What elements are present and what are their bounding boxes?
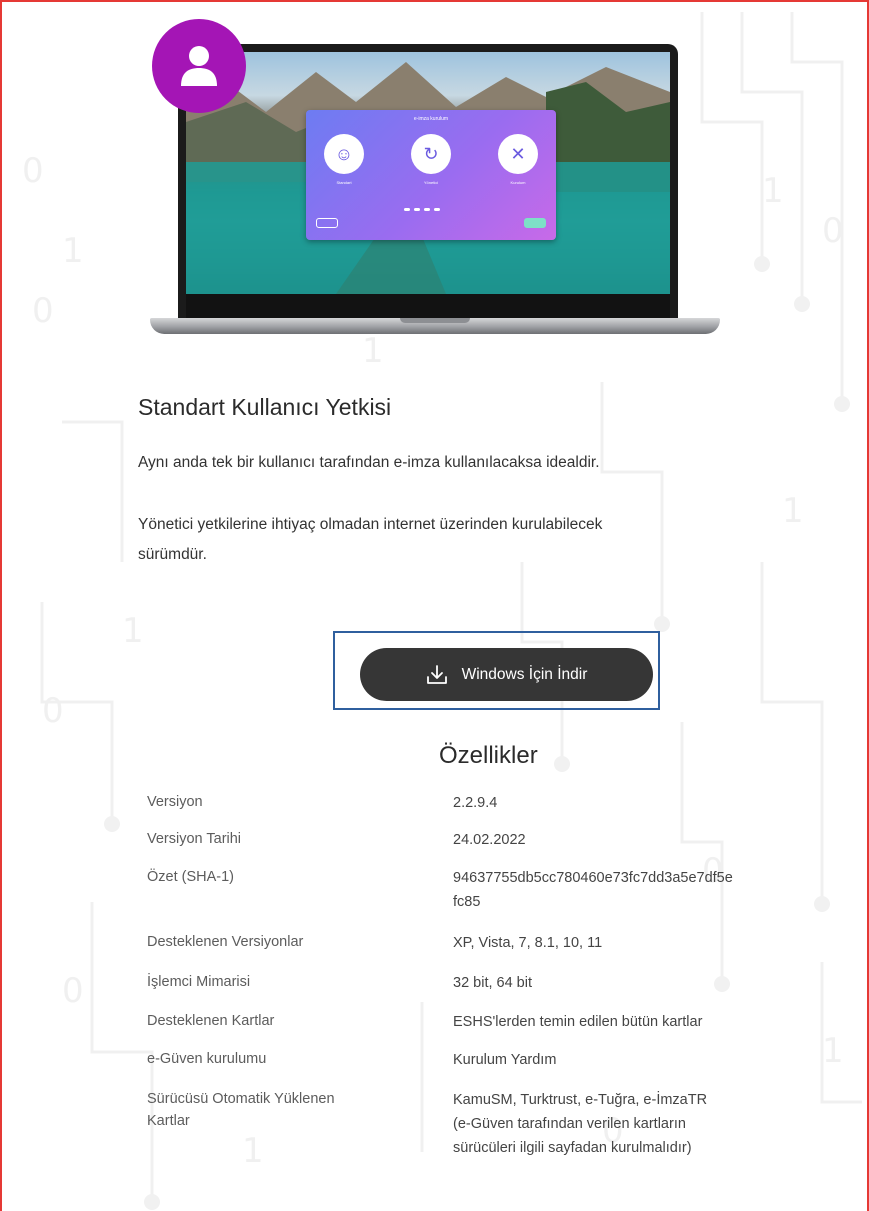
spec-label: Versiyon — [147, 794, 203, 810]
svg-text:0: 0 — [22, 151, 44, 191]
spec-value: Kurulum Yardım — [453, 1052, 557, 1068]
app-window-preview: e-imza kurulum ☺ ↻ ✕ Standart Yönetici K… — [306, 110, 556, 240]
svg-text:1: 1 — [62, 231, 84, 271]
app-next-button — [524, 218, 546, 228]
spec-label: e-Güven kurulumu — [147, 1051, 267, 1067]
app-step-dots — [404, 208, 440, 211]
svg-text:0: 0 — [42, 691, 64, 731]
spec-row-architecture: İşlemci Mimarisi 32 bit, 64 bit — [147, 971, 867, 995]
svg-text:1: 1 — [122, 611, 144, 651]
spec-label-block: Sürücüsü Otomatik Yüklenen Kartlar — [147, 1088, 437, 1132]
spec-label: Özet (SHA-1) — [147, 869, 235, 885]
spec-value: ESHS'lerden temin edilen bütün kartlar — [453, 1014, 703, 1030]
section-title: Standart Kullanıcı Yetkisi — [138, 394, 392, 420]
svg-text:0: 0 — [32, 291, 54, 331]
spec-row-supported-cards: Desteklenen Kartlar ESHS'lerden temin ed… — [147, 1010, 867, 1034]
features-title: Özellikler — [439, 742, 538, 769]
spec-label-line: Kartlar — [147, 1113, 190, 1129]
spec-row-supported-versions: Desteklenen Versiyonlar XP, Vista, 7, 8.… — [147, 931, 867, 955]
refresh-icon: ↻ — [423, 143, 439, 164]
spec-value-line: KamuSM, Turktrust, e-Tuğra, e-İmzaTR — [453, 1092, 708, 1108]
spec-row-auto-driver-cards: Sürücüsü Otomatik Yüklenen Kartlar KamuS… — [147, 1088, 867, 1164]
spec-row-sha1: Özet (SHA-1) 94637755db5cc780460e73fc7dd… — [147, 866, 867, 916]
spec-label-line: Sürücüsü Otomatik Yüklenen — [147, 1091, 335, 1107]
laptop-lid: e-imza kurulum ☺ ↻ ✕ Standart Yönetici K… — [178, 44, 678, 328]
spec-label: İşlemci Mimarisi — [147, 974, 251, 990]
spec-value: 24.02.2022 — [453, 832, 526, 848]
spec-label: Desteklenen Versiyonlar — [147, 934, 304, 950]
user-avatar — [152, 19, 246, 113]
spec-value: 2.2.9.4 — [453, 795, 498, 811]
download-icon — [426, 664, 447, 684]
svg-text:1: 1 — [762, 171, 784, 211]
spec-row-eguven-setup: e-Güven kurulumu Kurulum Yardım — [147, 1048, 867, 1072]
app-card-label: Kurulum — [510, 180, 526, 185]
tools-icon: ✕ — [510, 143, 526, 164]
spec-label: Versiyon Tarihi — [147, 831, 242, 847]
spec-value-line: (e-Güven tarafından verilen kartların — [453, 1116, 686, 1132]
user-icon: ☺ — [334, 143, 354, 164]
spec-row-version-date: Versiyon Tarihi 24.02.2022 — [147, 828, 867, 852]
app-card-kurulum: ✕ — [498, 134, 538, 174]
section-note-line: sürümdür. — [138, 546, 207, 563]
app-card-label: Yönetici — [423, 180, 439, 185]
app-window-title: e-imza kurulum — [413, 116, 449, 122]
spec-label: Desteklenen Kartlar — [147, 1013, 275, 1029]
spec-value-block: 94637755db5cc780460e73fc7dd3a5e7df5e fc8… — [453, 866, 863, 914]
laptop-notch — [400, 318, 470, 323]
section-note-line: Yönetici yetkilerine ihtiyaç olmadan int… — [138, 516, 603, 533]
app-card-standart: ☺ — [324, 134, 364, 174]
laptop-screen: e-imza kurulum ☺ ↻ ✕ Standart Yönetici K… — [186, 52, 670, 294]
user-icon — [181, 46, 217, 86]
page-frame: 0 1 0 1 0 1 0 1 0 1 0 1 0 1 0 — [0, 0, 869, 1211]
download-button-label: Windows İçin İndir — [461, 665, 588, 683]
spec-value-block: KamuSM, Turktrust, e-Tuğra, e-İmzaTR (e-… — [453, 1088, 863, 1160]
windows-download-button[interactable]: Windows İçin İndir — [360, 648, 653, 701]
spec-value-line: sürücüleri ilgili sayfadan kurulmalıdır) — [453, 1140, 692, 1156]
section-note: Yönetici yetkilerine ihtiyaç olmadan int… — [138, 510, 838, 570]
spec-value: XP, Vista, 7, 8.1, 10, 11 — [453, 935, 603, 951]
spec-value: 32 bit, 64 bit — [453, 975, 532, 991]
section-description: Aynı anda tek bir kullanıcı tarafından e… — [138, 454, 600, 471]
app-back-button — [316, 218, 338, 228]
app-card-label: Standart — [336, 180, 352, 185]
app-card-yonetici: ↻ — [411, 134, 451, 174]
svg-text:0: 0 — [62, 971, 84, 1011]
spec-row-version: Versiyon 2.2.9.4 — [147, 791, 867, 815]
spec-value-line: fc85 — [453, 894, 481, 910]
svg-text:0: 0 — [822, 211, 844, 251]
spec-value-line: 94637755db5cc780460e73fc7dd3a5e7df5e — [453, 870, 733, 886]
